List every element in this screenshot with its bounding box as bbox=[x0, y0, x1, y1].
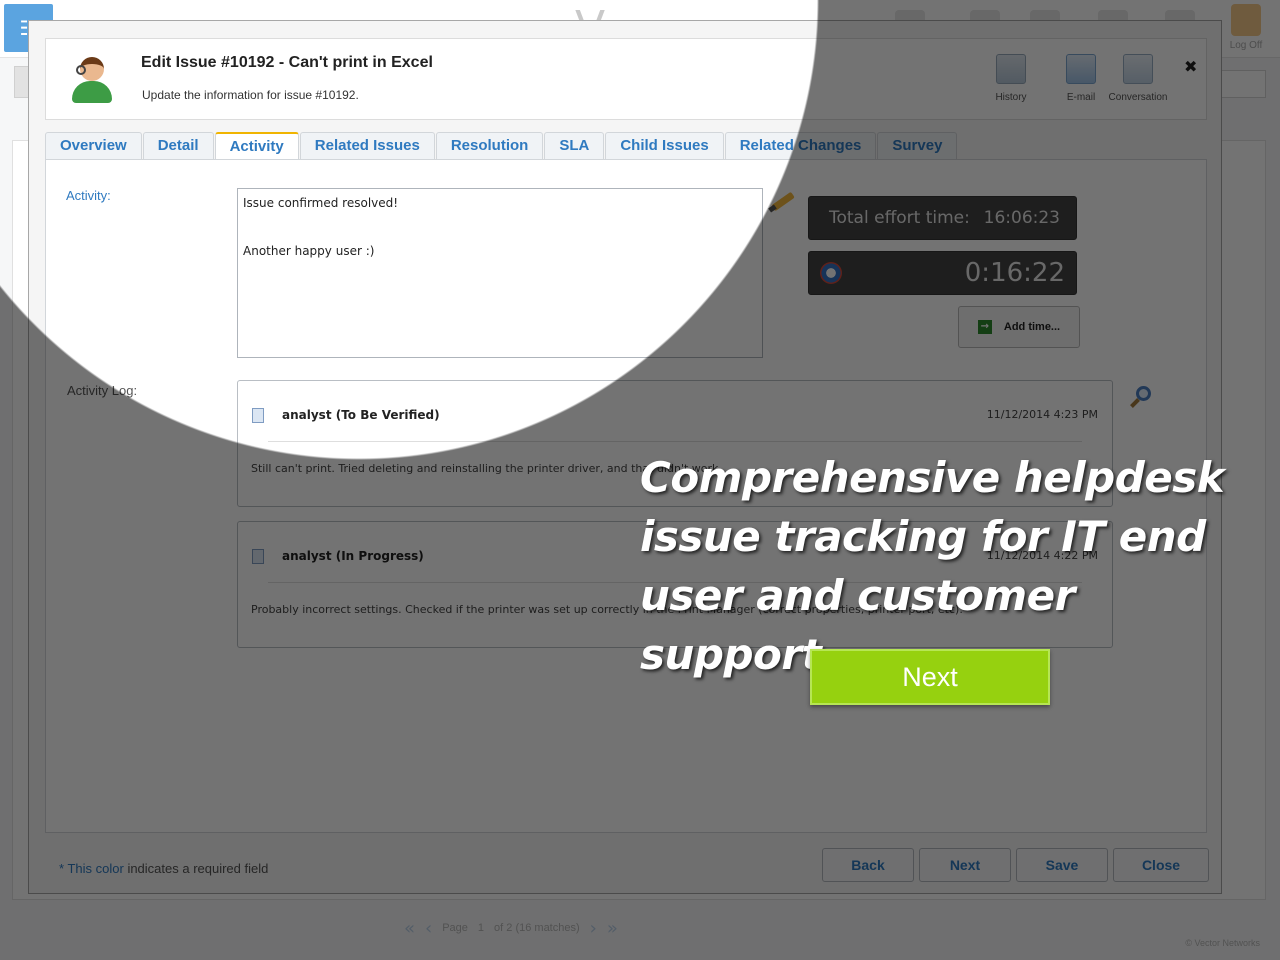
analyst-avatar-icon bbox=[70, 55, 114, 103]
dialog-subtitle: Update the information for issue #10192. bbox=[142, 88, 359, 102]
log-divider bbox=[268, 441, 1082, 442]
log-off-label: Log Off bbox=[1229, 40, 1263, 51]
pager: « ‹ Page 1 of 2 (16 matches) › » bbox=[404, 918, 664, 939]
pager-total: of 2 (16 matches) bbox=[494, 922, 580, 934]
activity-text-line-1: Issue confirmed resolved! bbox=[243, 196, 399, 210]
tab-bar: Overview Detail Activity Related Issues … bbox=[45, 132, 958, 160]
log-off-button[interactable]: Log Off bbox=[1226, 4, 1266, 51]
pager-current-page: 1 bbox=[477, 922, 485, 934]
log-date: 11/12/2014 4:23 PM bbox=[986, 408, 1098, 421]
tab-related-changes[interactable]: Related Changes bbox=[724, 132, 877, 160]
timer-value: 0:16:22 bbox=[964, 258, 1065, 288]
activity-label: Activity: bbox=[66, 188, 111, 203]
prev-page-icon[interactable]: ‹ bbox=[425, 918, 432, 939]
required-field-note: * This color indicates a required field bbox=[59, 861, 268, 876]
log-author: analyst (To Be Verified) bbox=[282, 408, 440, 422]
total-effort-display: Total effort time: 16:06:23 bbox=[808, 196, 1077, 240]
close-button[interactable]: Close bbox=[1113, 848, 1209, 882]
document-icon bbox=[252, 549, 264, 564]
tab-sla[interactable]: SLA bbox=[544, 132, 605, 160]
required-color-sample: This color bbox=[67, 861, 124, 876]
add-time-label: Add time... bbox=[1003, 321, 1061, 333]
add-time-arrow-icon: → bbox=[977, 320, 992, 334]
first-page-icon[interactable]: « bbox=[404, 918, 415, 939]
history-label: History bbox=[995, 92, 1027, 103]
next-button[interactable]: Next bbox=[919, 848, 1011, 882]
activity-textarea[interactable]: Issue confirmed resolved! Another happy … bbox=[237, 188, 763, 358]
required-note-text: indicates a required field bbox=[127, 861, 269, 876]
total-effort-label: Total effort time: bbox=[829, 208, 970, 228]
tab-survey[interactable]: Survey bbox=[877, 132, 958, 160]
history-button[interactable]: History bbox=[971, 54, 1051, 103]
dialog-header: Edit Issue #10192 - Can't print in Excel… bbox=[45, 38, 1207, 120]
tour-next-button[interactable]: Next bbox=[810, 649, 1050, 705]
email-icon bbox=[1066, 54, 1096, 84]
tab-related-issues[interactable]: Related Issues bbox=[299, 132, 435, 160]
dialog-title: Edit Issue #10192 - Can't print in Excel bbox=[141, 54, 433, 71]
conversation-button[interactable]: Conversation bbox=[1098, 54, 1178, 103]
save-button[interactable]: Save bbox=[1016, 848, 1108, 882]
timer-display: 0:16:22 bbox=[808, 251, 1077, 295]
edit-pencil-icon[interactable] bbox=[768, 188, 795, 214]
next-page-icon[interactable]: › bbox=[590, 918, 597, 939]
add-time-button[interactable]: → Add time... bbox=[958, 306, 1080, 348]
log-off-icon bbox=[1231, 4, 1261, 36]
document-icon bbox=[252, 408, 264, 423]
close-icon[interactable]: ✖ bbox=[1184, 57, 1197, 76]
tab-child-issues[interactable]: Child Issues bbox=[605, 132, 724, 160]
search-log-icon[interactable] bbox=[1130, 386, 1152, 408]
last-page-icon[interactable]: » bbox=[607, 918, 618, 939]
history-icon bbox=[996, 54, 1026, 84]
pager-page-text: Page bbox=[442, 922, 468, 934]
log-author: analyst (In Progress) bbox=[282, 549, 424, 563]
back-button[interactable]: Back bbox=[822, 848, 914, 882]
tab-detail[interactable]: Detail bbox=[142, 132, 214, 160]
total-effort-value: 16:06:23 bbox=[983, 208, 1060, 228]
conversation-label: Conversation bbox=[1108, 92, 1168, 103]
tab-activity[interactable]: Activity bbox=[214, 132, 299, 160]
stopwatch-icon[interactable] bbox=[820, 262, 842, 284]
dialog-footer-buttons: Back Next Save Close bbox=[822, 848, 1209, 882]
activity-text-line-2: Another happy user :) bbox=[243, 244, 375, 258]
conversation-icon bbox=[1123, 54, 1153, 84]
tab-overview[interactable]: Overview bbox=[45, 132, 142, 160]
tab-resolution[interactable]: Resolution bbox=[435, 132, 544, 160]
activity-log-label: Activity Log: bbox=[67, 383, 138, 398]
email-label: E-mail bbox=[1066, 92, 1096, 103]
required-star: * bbox=[59, 861, 65, 876]
copyright: © Vector Networks bbox=[1185, 938, 1260, 948]
